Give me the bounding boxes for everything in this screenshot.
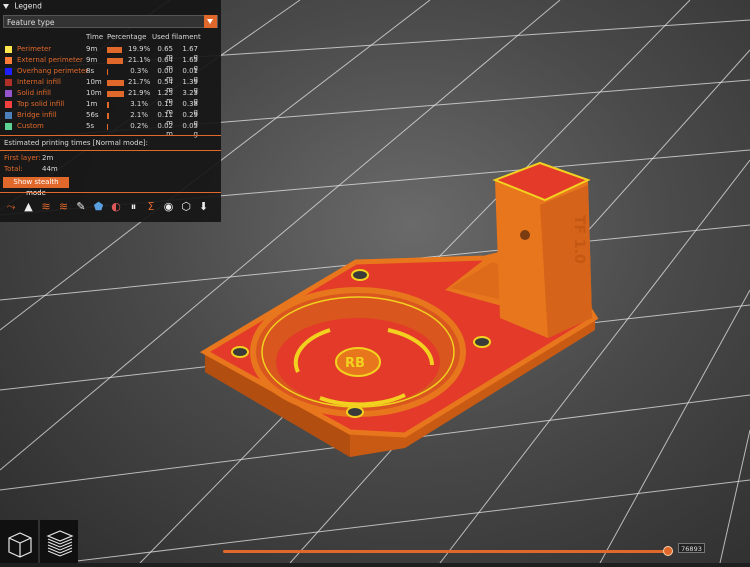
- horizontal-move-slider[interactable]: [223, 550, 669, 553]
- iso-view-icon: [8, 532, 32, 558]
- model-logo-text: RB: [345, 356, 365, 371]
- percentage-bar: [107, 102, 110, 108]
- first-layer-value: 2m: [42, 154, 54, 162]
- column-time: Time: [86, 33, 104, 41]
- legend-panel: Legend Feature type Time Percentage Used…: [0, 0, 221, 222]
- retractions-icon[interactable]: ≋: [39, 199, 53, 215]
- deretractions-icon[interactable]: ≋: [57, 199, 71, 215]
- travel-icon[interactable]: ⤳: [4, 199, 18, 215]
- feature-name: Overhang perimeter: [17, 67, 89, 75]
- tool-changes-icon[interactable]: ⬟: [92, 199, 106, 215]
- feature-name: Solid infill: [17, 89, 51, 97]
- first-layer-label: First layer:: [4, 154, 41, 162]
- shells-icon[interactable]: ⬡: [179, 199, 193, 215]
- estimated-times-title: Estimated printing times [Normal mode]:: [4, 139, 148, 147]
- total-time: Total: 44m: [4, 165, 58, 173]
- feature-percentage: 21.1%: [128, 56, 151, 64]
- percentage-bar: [107, 124, 108, 130]
- view-type-value: Feature type: [7, 18, 55, 27]
- center-of-gravity-icon[interactable]: ◉: [162, 199, 176, 215]
- legend-row[interactable]: Solid infill 10m 21.9% 1.25 m 3.23 g: [0, 88, 221, 105]
- percentage-bar: [107, 113, 109, 119]
- separator: [0, 135, 221, 136]
- color-swatch: [5, 123, 12, 130]
- feature-percentage: 21.9%: [128, 89, 151, 97]
- color-swatch: [5, 90, 12, 97]
- legend-row[interactable]: External perimeter 9m 21.1% 0.64 m 1.65 g: [0, 55, 221, 72]
- feature-name: Bridge infill: [17, 111, 57, 119]
- legend-row[interactable]: Overhang perimeter 8s 0.3% 0.00 m 0.01 g: [0, 66, 221, 83]
- legend-row[interactable]: Internal infill 10m 21.7% 0.54 m 1.39 g: [0, 77, 221, 94]
- column-used-filament: Used filament: [152, 33, 201, 41]
- first-layer-time: First layer:2m: [4, 154, 53, 162]
- legend-title: Legend: [14, 1, 42, 11]
- color-swatch: [5, 46, 12, 53]
- slider-value: 76893: [678, 543, 705, 553]
- color-swatch: [5, 112, 12, 119]
- feature-name: Custom: [17, 122, 44, 130]
- pause-icon[interactable]: ⏸: [127, 199, 141, 215]
- percentage-bar: [107, 58, 124, 64]
- color-swatch: [5, 101, 12, 108]
- iso-view-button[interactable]: [0, 520, 38, 563]
- show-stealth-mode-button[interactable]: Show stealth mode: [3, 177, 69, 197]
- options-toolbar: ⤳ ▲ ≋ ≋ ✎ ⬟ ◐ ⏸ Σ ◉ ⬡ ⬇: [4, 199, 218, 217]
- feature-time: 9m: [86, 45, 98, 53]
- color-swatch: [5, 57, 12, 64]
- total-value: 44m: [42, 165, 58, 173]
- percentage-bar: [107, 91, 124, 97]
- grid-line: [719, 429, 750, 563]
- view-type-dropdown[interactable]: Feature type: [3, 15, 218, 28]
- feature-name: Top solid infill: [17, 100, 65, 108]
- feature-percentage: 21.7%: [128, 78, 151, 86]
- wipe-icon[interactable]: ▲: [22, 199, 36, 215]
- color-swatch: [5, 79, 12, 86]
- column-percentage: Percentage: [107, 33, 147, 41]
- grid-line: [599, 289, 750, 563]
- feature-time: 8s: [86, 67, 95, 75]
- feature-percentage: 0.3%: [130, 67, 148, 75]
- layers-view-icon: [46, 530, 74, 557]
- feature-name: Perimeter: [17, 45, 52, 53]
- slider-thumb[interactable]: [663, 546, 673, 556]
- legend-row[interactable]: Custom 5s 0.2% 0.02 m 0.05 g: [0, 121, 221, 138]
- model-version-text: TF 1.0: [571, 215, 587, 264]
- feature-percentage: 19.9%: [128, 45, 151, 53]
- legend-header[interactable]: Legend: [0, 0, 221, 11]
- legend-row[interactable]: Top solid infill 1m 3.1% 0.15 m 0.38 g: [0, 99, 221, 116]
- collapse-triangle-icon[interactable]: [3, 3, 9, 9]
- feature-time: 5s: [86, 122, 95, 130]
- feature-percentage: 2.1%: [130, 111, 148, 119]
- percentage-bar: [107, 47, 123, 53]
- separator: [0, 150, 221, 151]
- tool-marker-icon[interactable]: ⬇: [197, 199, 211, 215]
- legend-row[interactable]: Perimeter 9m 19.9% 0.65 m 1.67 g: [0, 44, 221, 61]
- percentage-bar: [107, 80, 124, 86]
- feature-time: 10m: [86, 89, 102, 97]
- percentage-bar: [107, 69, 108, 75]
- feature-name: Internal infill: [17, 78, 61, 86]
- legend-row[interactable]: Bridge infill 56s 2.1% 0.11 m 0.29 g: [0, 110, 221, 127]
- feature-time: 10m: [86, 78, 102, 86]
- seams-icon[interactable]: ✎: [74, 199, 88, 215]
- feature-name: External perimeter: [17, 56, 83, 64]
- color-changes-icon[interactable]: ◐: [109, 199, 123, 215]
- feature-time: 9m: [86, 56, 98, 64]
- separator: [0, 192, 221, 193]
- feature-percentage: 3.1%: [130, 100, 148, 108]
- feature-percentage: 0.2%: [130, 122, 148, 130]
- color-swatch: [5, 68, 12, 75]
- custom-gcode-icon[interactable]: Σ: [144, 199, 158, 215]
- feature-time: 1m: [86, 100, 98, 108]
- layers-view-button[interactable]: [40, 520, 78, 563]
- printed-part-model: RB TF 1.0: [199, 161, 599, 457]
- total-label: Total:: [4, 165, 23, 173]
- dropdown-arrow-icon[interactable]: [204, 15, 217, 28]
- feature-time: 56s: [86, 111, 99, 119]
